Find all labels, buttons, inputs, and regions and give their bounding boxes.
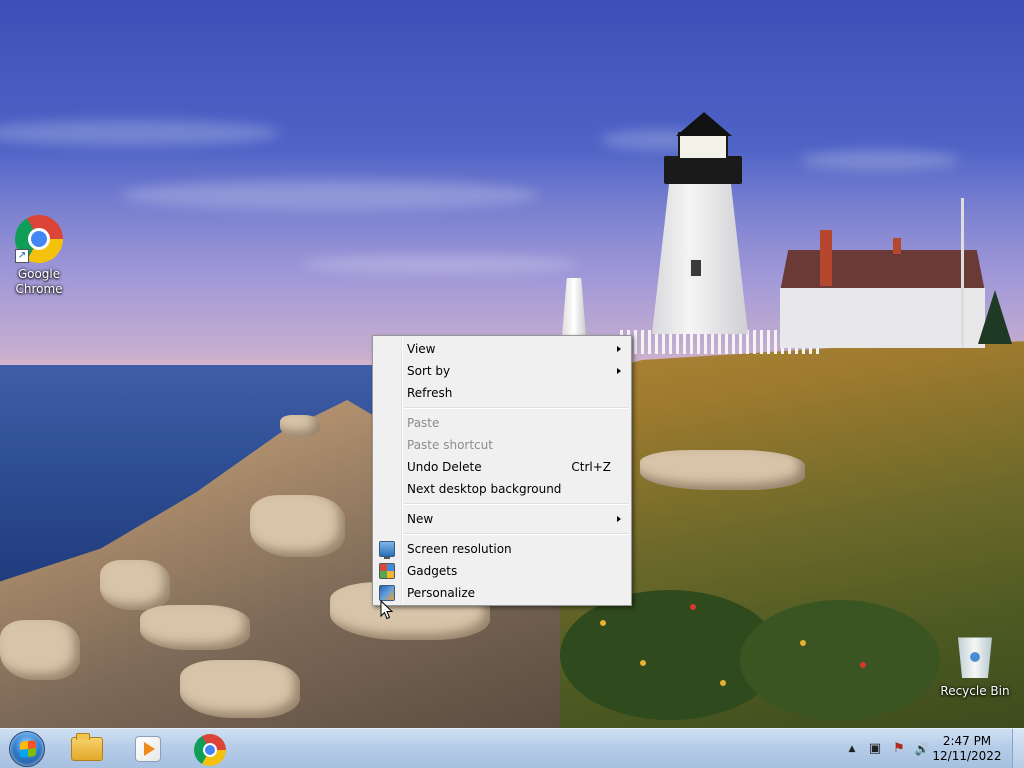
clock[interactable]: 2:47 PM 12/11/2022 (932, 734, 1002, 764)
house-roof (780, 250, 985, 292)
rock (180, 660, 300, 718)
menu-separator (403, 404, 631, 412)
clock-time: 2:47 PM (942, 734, 992, 748)
rock (100, 560, 170, 610)
flower (690, 604, 696, 610)
folder-icon (71, 733, 103, 761)
menu-item-label: Screen resolution (407, 542, 512, 556)
menu-item-label: View (407, 342, 436, 356)
lighthouse-window (689, 258, 703, 278)
menu-item-label: Refresh (407, 386, 453, 400)
menu-item-next-desktop-background[interactable]: Next desktop background (373, 478, 631, 500)
cloud (0, 120, 280, 146)
personalize-icon (379, 585, 395, 601)
submenu-arrow-icon (617, 368, 621, 374)
menu-item-screen-resolution[interactable]: Screen resolution (373, 538, 631, 560)
menu-item-label: Next desktop background (407, 482, 562, 496)
menu-item-label: Gadgets (407, 564, 458, 578)
flower (860, 662, 866, 668)
rock (250, 495, 345, 557)
submenu-arrow-icon (617, 346, 621, 352)
gadgets-icon (379, 563, 395, 579)
chimney (893, 238, 901, 254)
system-tray: ▲ ▣ ⚑ 🔊 2:47 PM 12/11/2022 (834, 729, 1024, 768)
flower (600, 620, 606, 626)
desktop-icon-label: Google Chrome (15, 267, 63, 296)
rock (640, 450, 805, 490)
flag-pole (961, 198, 964, 348)
flower (640, 660, 646, 666)
cloud (300, 255, 580, 273)
menu-item-sort-by[interactable]: Sort by (373, 360, 631, 382)
submenu-arrow-icon (617, 516, 621, 522)
media-player-icon (135, 736, 161, 762)
volume-icon[interactable]: 🔊 (914, 741, 930, 757)
menu-item-refresh[interactable]: Refresh (373, 382, 631, 404)
menu-item-personalize[interactable]: Personalize (373, 582, 631, 604)
menu-item-shortcut: Ctrl+Z (571, 460, 611, 474)
menu-separator (403, 530, 631, 538)
rock (140, 605, 250, 650)
chrome-icon (194, 734, 226, 766)
menu-item-paste: Paste (373, 412, 631, 434)
windows-flag-icon (20, 740, 36, 758)
menu-item-label: Paste shortcut (407, 438, 493, 452)
show-hidden-icons-chevron-icon[interactable]: ▲ (844, 741, 860, 757)
menu-item-paste-shortcut: Paste shortcut (373, 434, 631, 456)
menu-item-new[interactable]: New (373, 508, 631, 530)
chimney (820, 230, 832, 286)
action-center-flag-icon[interactable]: ⚑ (891, 741, 907, 757)
menu-item-undo-delete[interactable]: Undo Delete Ctrl+Z (373, 456, 631, 478)
menu-item-label: Personalize (407, 586, 476, 600)
menu-item-view[interactable]: View (373, 338, 631, 360)
cloud (120, 180, 540, 210)
taskbar-button-google-chrome[interactable] (180, 731, 238, 767)
show-desktop-button[interactable] (1012, 729, 1024, 768)
menu-item-gadgets[interactable]: Gadgets (373, 560, 631, 582)
taskbar-button-windows-media-player[interactable] (118, 731, 176, 767)
desktop-icon-recycle-bin[interactable]: Recycle Bin (937, 634, 1013, 699)
taskbar: ▲ ▣ ⚑ 🔊 2:47 PM 12/11/2022 (0, 728, 1024, 768)
flower (720, 680, 726, 686)
chrome-icon: ↗ (15, 215, 63, 263)
lighthouse-roof (676, 112, 732, 136)
taskbar-button-windows-explorer[interactable] (57, 731, 115, 767)
lighthouse-gallery (664, 156, 742, 184)
network-icon[interactable]: ▣ (867, 741, 883, 757)
desktop-icon-google-chrome[interactable]: ↗ Google Chrome (1, 215, 77, 297)
rock (280, 415, 320, 437)
screen-resolution-icon (379, 541, 395, 559)
windows-start-orb-icon (9, 731, 45, 767)
cloud (800, 150, 960, 170)
menu-item-label: Undo Delete (407, 460, 482, 474)
start-button[interactable] (4, 729, 48, 768)
rock (0, 620, 80, 680)
menu-item-label: Paste (407, 416, 440, 430)
recycle-bin-icon (958, 637, 992, 678)
desktop-context-menu: View Sort by Refresh Paste Paste shortcu… (372, 335, 632, 606)
flower (800, 640, 806, 646)
menu-item-label: Sort by (407, 364, 451, 378)
bush (740, 600, 940, 720)
lighthouse-lantern (678, 132, 728, 160)
menu-item-label: New (407, 512, 434, 526)
shortcut-arrow-icon: ↗ (15, 249, 29, 263)
clock-date: 12/11/2022 (932, 749, 1002, 763)
keepers-house (780, 288, 985, 348)
desktop-icon-label: Recycle Bin (940, 684, 1010, 698)
menu-separator (403, 500, 631, 508)
